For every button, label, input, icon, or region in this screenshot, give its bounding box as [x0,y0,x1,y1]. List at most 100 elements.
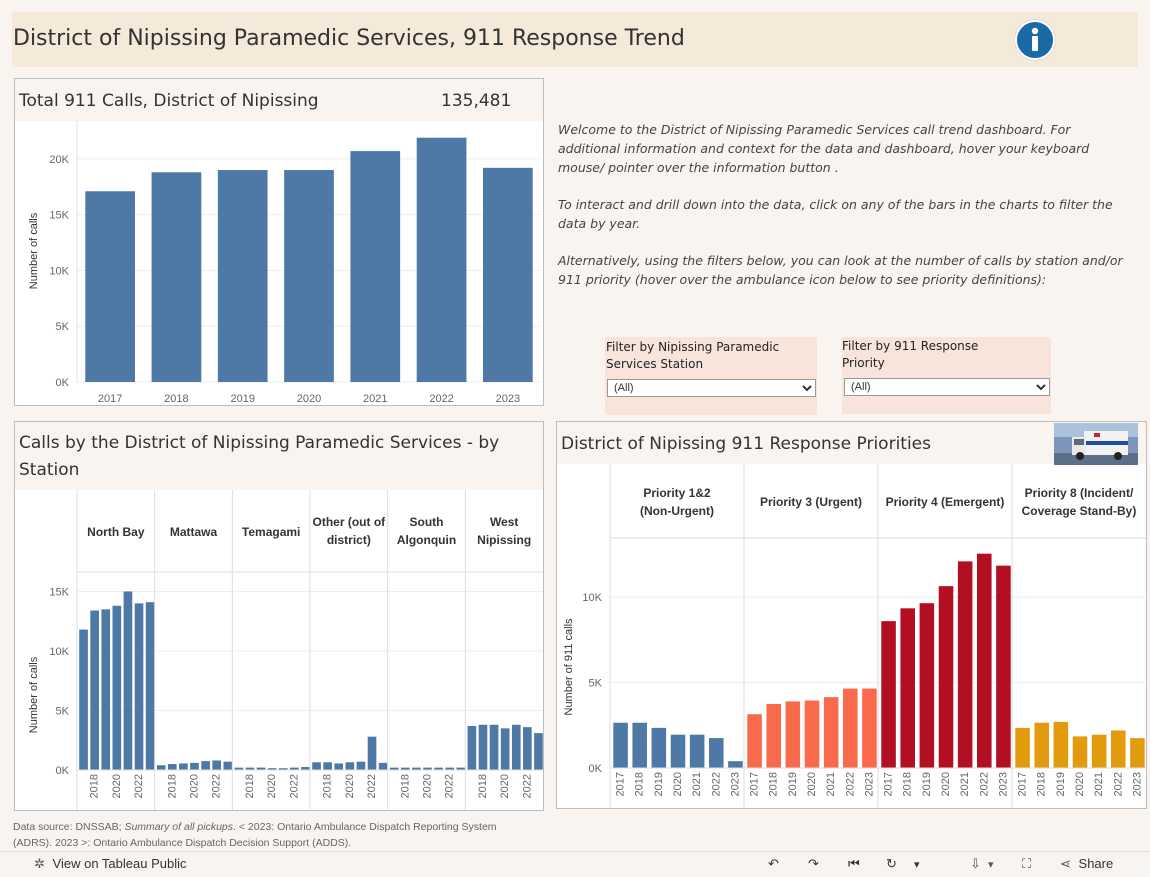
station-header-label: Other (out of [313,515,387,529]
bar-2022[interactable] [709,738,724,768]
bar-2019[interactable] [101,609,111,770]
bar-2017[interactable] [881,621,896,768]
share-button[interactable]: ⋖ Share [1060,856,1113,872]
refresh-dropdown-icon[interactable]: ▾ [914,858,920,871]
bar-2022[interactable] [134,603,144,770]
bar-2017[interactable] [747,714,762,768]
bar-2023[interactable] [534,733,543,770]
ambulance-photo-icon[interactable] [1054,423,1138,465]
bar-2022[interactable] [523,727,532,770]
x-tick-label: 2018 [477,774,489,798]
bar-2018[interactable] [323,762,332,770]
priority-header-label: Priority 1&2 [643,486,711,500]
bar-2020[interactable] [112,605,122,770]
bar-2021[interactable] [123,591,133,770]
bar-2022[interactable] [212,760,222,770]
download-icon[interactable]: ⇩ [970,856,981,872]
x-tick-label: 2023 [496,393,520,405]
x-tick-label: 2017 [749,772,761,796]
revert-icon[interactable]: ⏮ [848,856,860,872]
bar-2019[interactable] [651,727,667,768]
fullscreen-icon[interactable]: ⛶ [1022,856,1031,872]
total-calls-chart[interactable]: 0K 5K 10K 15K 20K Number of calls 2017 2018 2019… [15,121,543,405]
bar-2017[interactable] [613,722,628,768]
bar-2017[interactable] [467,725,477,770]
bar-2023[interactable] [728,761,743,768]
bar-2023[interactable] [862,688,877,768]
y-tick-label: 5K [589,678,603,690]
info-glyph [1031,27,1039,51]
bar-2017[interactable] [1015,727,1030,768]
bar-2020[interactable] [1072,736,1088,768]
priority-filter: Filter by 911 Response Priority (All) [842,337,1051,414]
bar-2022[interactable] [367,736,377,770]
bar-2022[interactable] [843,688,858,768]
x-tick-label: 2022 [1112,772,1124,796]
priority-chart[interactable]: 0K 5K 10K Number of 911 calls Priority 1&2 (N… [557,464,1146,808]
bar-2021[interactable] [201,761,210,770]
welcome-paragraph-3: Alternatively, using the filters below, … [558,253,1123,287]
bar-2022[interactable] [977,553,992,768]
redo-icon[interactable]: ↷ [808,856,819,872]
bar-2018[interactable] [1034,722,1049,768]
y-tick-label: 5K [56,321,70,333]
station-panel: Calls by the District of Nipissing Param… [14,421,544,811]
bar-2020[interactable] [345,762,355,770]
bar-2023[interactable] [1130,738,1145,768]
bar-2021[interactable] [689,734,705,768]
bar-2022[interactable] [1111,730,1126,768]
bar-2020[interactable] [190,762,199,770]
bar-2019[interactable] [217,170,268,382]
info-icon[interactable] [1015,20,1055,60]
bar-2023[interactable] [378,762,388,770]
bar-2019[interactable] [334,763,344,770]
bar-2021[interactable] [957,561,973,768]
bar-2020[interactable] [804,700,820,768]
source-text-c: . < 2023: Ontario Ambulance Dispatch Rep… [233,821,497,833]
x-tick-label: 2022 [133,774,145,798]
bar-2020[interactable] [670,734,686,768]
bar-2023[interactable] [483,167,533,382]
refresh-icon[interactable]: ↻ [886,856,897,872]
bar-2023[interactable] [223,761,233,770]
bar-2017[interactable] [312,762,321,770]
bar-2018[interactable] [151,172,202,382]
station-chart[interactable]: 0K 5K 10K 15K Number of calls North Bay 2018 20… [15,490,543,810]
x-tick-label: 2022 [978,772,990,796]
bar-2019[interactable] [785,701,801,768]
bar-2019[interactable] [1053,721,1069,768]
bar-2017[interactable] [85,191,135,382]
bar-2017[interactable] [79,629,88,770]
bar-2017[interactable] [156,765,166,770]
bar-2019[interactable] [489,724,499,770]
bar-2023[interactable] [145,602,155,770]
bar-2021[interactable] [823,697,839,768]
bar-2019[interactable] [179,763,188,770]
bar-2018[interactable] [478,724,488,770]
priority-header-label: (Non-Urgent) [640,504,714,518]
station-filter-select[interactable]: (All) [607,379,816,397]
bar-2021[interactable] [1091,734,1107,768]
view-on-tableau-link[interactable]: ✲ View on Tableau Public [34,856,186,872]
bar-2018[interactable] [632,722,647,768]
bar-2021[interactable] [350,151,401,382]
download-dropdown-icon[interactable]: ▾ [988,858,994,871]
priority-filter-select[interactable]: (All) [844,378,1050,396]
bar-2023[interactable] [996,565,1011,768]
x-tick-label: 2020 [344,774,356,798]
bar-2020[interactable] [938,586,954,768]
x-tick-label: 2019 [787,772,799,796]
bar-2021[interactable] [356,761,366,770]
x-tick-label: 2019 [921,772,933,796]
bar-2018[interactable] [167,764,177,770]
bar-2018[interactable] [90,610,99,770]
bar-2021[interactable] [511,724,521,770]
x-tick-label: 2017 [615,772,627,796]
undo-icon[interactable]: ↶ [768,856,779,872]
bar-2019[interactable] [919,603,935,768]
bar-2020[interactable] [500,728,510,770]
bar-2020[interactable] [284,170,334,382]
bar-2018[interactable] [900,608,915,768]
bar-2022[interactable] [416,137,467,382]
bar-2018[interactable] [766,703,781,768]
